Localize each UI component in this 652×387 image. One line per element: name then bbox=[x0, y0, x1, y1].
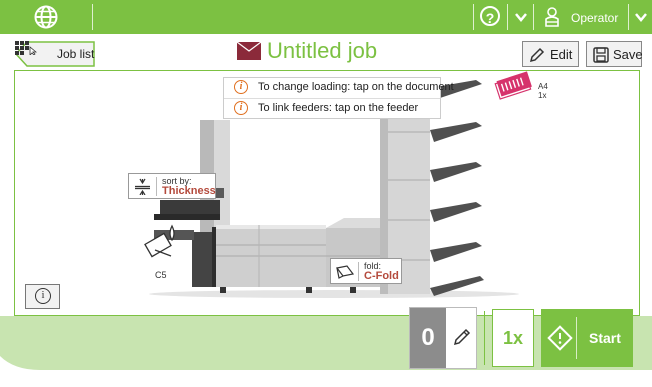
tip-text: To link feeders: tap on the feeder bbox=[258, 102, 419, 114]
edit-button[interactable]: Edit bbox=[522, 41, 579, 67]
info-icon: i bbox=[234, 80, 248, 94]
sort-value: Thickness bbox=[162, 185, 216, 197]
document-size: A4 bbox=[538, 82, 548, 91]
quantity-button[interactable]: 1x bbox=[492, 309, 534, 367]
fold-value: C-Fold bbox=[364, 270, 399, 282]
divider bbox=[358, 262, 359, 281]
pencil-icon[interactable] bbox=[453, 328, 471, 346]
tip-row: i To link feeders: tap on the feeder bbox=[224, 99, 440, 119]
job-counter[interactable]: 0 bbox=[409, 307, 477, 369]
chevron-down-icon[interactable] bbox=[634, 10, 648, 24]
save-button[interactable]: Save bbox=[586, 41, 643, 67]
counter-value: 0 bbox=[410, 308, 446, 368]
topbar-divider bbox=[92, 4, 93, 30]
floppy-icon bbox=[593, 47, 609, 63]
top-bar: ? Operator bbox=[0, 0, 652, 34]
tip-text: To change loading: tap on the document bbox=[258, 81, 454, 93]
start-label: Start bbox=[589, 330, 621, 346]
tips-popup: i To change loading: tap on the document… bbox=[223, 77, 454, 119]
user-icon[interactable] bbox=[544, 6, 560, 28]
document-icon[interactable] bbox=[494, 71, 533, 100]
job-grid-icon bbox=[15, 41, 37, 55]
topbar-divider bbox=[507, 4, 508, 30]
job-list-label: Job list bbox=[57, 47, 95, 61]
envelope-size-label: C5 bbox=[155, 270, 167, 280]
topbar-divider bbox=[533, 4, 534, 30]
start-icon bbox=[547, 325, 573, 351]
fold-setting[interactable]: fold: C-Fold bbox=[330, 258, 402, 284]
topbar-divider bbox=[628, 4, 629, 30]
edit-label: Edit bbox=[550, 47, 573, 62]
help-icon[interactable]: ? bbox=[480, 6, 500, 26]
job-list-button[interactable]: Job list bbox=[15, 41, 95, 67]
divider bbox=[156, 177, 157, 196]
fold-icon bbox=[335, 265, 355, 279]
sort-by-setting[interactable]: sort by: Thickness bbox=[128, 173, 216, 199]
document-size-label: A4 1x bbox=[538, 82, 548, 100]
user-name[interactable]: Operator bbox=[571, 11, 618, 25]
page-title: Untitled job bbox=[267, 38, 378, 63]
pencil-icon bbox=[529, 47, 545, 63]
save-label: Save bbox=[613, 47, 643, 62]
chevron-down-icon[interactable] bbox=[514, 10, 528, 24]
info-icon: i bbox=[35, 288, 51, 304]
sort-thickness-icon bbox=[135, 178, 150, 195]
topbar-divider bbox=[473, 4, 474, 30]
divider bbox=[484, 311, 485, 365]
tip-row: i To change loading: tap on the document bbox=[224, 78, 454, 98]
info-button[interactable]: i bbox=[25, 284, 60, 309]
info-icon: i bbox=[234, 101, 248, 115]
start-button[interactable]: Start bbox=[541, 309, 633, 367]
divider bbox=[576, 317, 577, 359]
document-count: 1x bbox=[538, 91, 547, 100]
envelope-icon bbox=[237, 42, 261, 60]
globe-icon[interactable] bbox=[34, 5, 58, 29]
